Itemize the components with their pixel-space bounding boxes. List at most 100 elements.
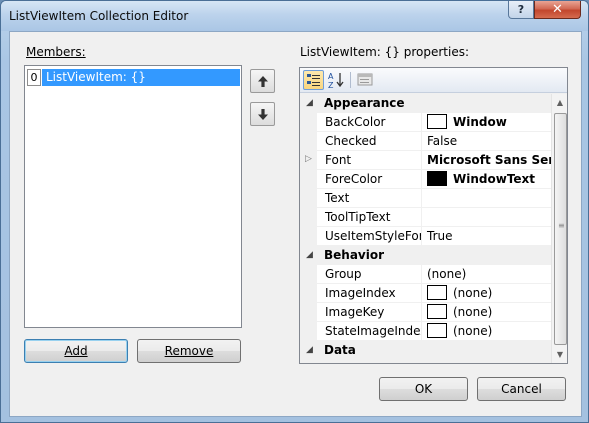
property-value[interactable]: (none) [423, 284, 551, 303]
property-value[interactable]: Microsoft Sans Serif, 8 [423, 151, 551, 170]
property-value-text: (none) [453, 305, 493, 319]
window-title: ListViewItem Collection Editor [9, 9, 189, 23]
sort-alphabetical-icon: A Z [328, 72, 344, 90]
members-label: Members: [26, 45, 86, 59]
remove-button-label: Remove [164, 344, 214, 358]
property-name: StateImageIndex [317, 322, 422, 341]
scrollbar-thumb[interactable]: ≡ [554, 113, 567, 345]
row-gutter [300, 170, 317, 189]
property-row-group[interactable]: Group (none) [300, 265, 551, 284]
row-gutter [300, 113, 317, 132]
property-row-stateimageindex[interactable]: StateImageIndex (none) [300, 322, 551, 341]
property-name: ForeColor [317, 170, 422, 189]
row-gutter [300, 322, 317, 341]
members-list[interactable]: 0 ListViewItem: {} [24, 65, 242, 328]
property-row-checked[interactable]: Checked False [300, 132, 551, 151]
row-gutter [300, 189, 317, 208]
remove-button[interactable]: Remove [137, 339, 241, 363]
property-name: Font [317, 151, 422, 170]
property-name: ImageIndex [317, 284, 422, 303]
property-grid-scrollbar[interactable]: ▲ ≡ ▼ [551, 94, 567, 363]
properties-label: ListViewItem: {} properties: [300, 45, 469, 59]
cancel-button[interactable]: Cancel [477, 377, 566, 401]
property-value[interactable]: (none) [423, 265, 551, 284]
property-value-text: (none) [453, 286, 493, 300]
members-label-text: Members: [26, 45, 86, 59]
category-behavior[interactable]: ◢ Behavior [300, 246, 551, 265]
add-button[interactable]: Add [24, 339, 128, 363]
ok-button[interactable]: OK [379, 377, 468, 401]
member-index: 0 [27, 69, 41, 86]
help-button[interactable]: ? [508, 1, 534, 19]
property-row-backcolor[interactable]: BackColor Window [300, 113, 551, 132]
grip-icon: ≡ [558, 221, 565, 230]
property-value[interactable]: Window [423, 113, 551, 132]
categorized-icon [307, 74, 320, 86]
property-name: Text [317, 189, 422, 208]
property-row-font[interactable]: ▷ Font Microsoft Sans Serif, 8 [300, 151, 551, 170]
row-gutter [300, 208, 317, 227]
property-value[interactable]: True [423, 227, 551, 246]
arrow-up-icon [258, 76, 268, 87]
row-gutter [300, 284, 317, 303]
arrow-down-icon [258, 109, 268, 120]
color-swatch [427, 114, 447, 129]
property-row-imageindex[interactable]: ImageIndex (none) [300, 284, 551, 303]
categorized-view-button[interactable] [303, 70, 324, 90]
collection-editor-window: ListViewItem Collection Editor ? ✕ Membe… [0, 0, 589, 423]
property-value-text: (none) [453, 324, 493, 338]
property-value[interactable] [423, 189, 551, 208]
property-value[interactable]: (none) [423, 303, 551, 322]
scroll-down-icon[interactable]: ▼ [552, 346, 567, 363]
add-button-label: Add [64, 344, 88, 358]
collapse-icon[interactable]: ◢ [306, 345, 313, 355]
property-row-imagekey[interactable]: ImageKey (none) [300, 303, 551, 322]
list-item[interactable]: 0 ListViewItem: {} [27, 69, 240, 86]
property-row-forecolor[interactable]: ForeColor WindowText [300, 170, 551, 189]
category-label: Behavior [324, 248, 385, 262]
property-name: Checked [317, 132, 422, 151]
property-row-text[interactable]: Text [300, 189, 551, 208]
row-gutter [300, 132, 317, 151]
property-grid-toolbar: A Z [300, 68, 567, 93]
property-value-text: WindowText [453, 172, 536, 186]
svg-text:Z: Z [328, 81, 334, 90]
property-name: ImageKey [317, 303, 422, 322]
property-pages-icon [357, 73, 373, 86]
property-name: BackColor [317, 113, 422, 132]
title-bar[interactable]: ListViewItem Collection Editor ? ✕ [1, 1, 588, 31]
property-row-tooltiptext[interactable]: ToolTipText [300, 208, 551, 227]
image-preview-swatch [427, 323, 447, 338]
row-gutter [300, 227, 317, 246]
property-value[interactable] [423, 208, 551, 227]
toolbar-separator [350, 72, 351, 88]
property-name: Group [317, 265, 422, 284]
collapse-icon[interactable]: ◢ [306, 98, 313, 108]
collapse-icon[interactable]: ◢ [306, 250, 313, 260]
member-text[interactable]: ListViewItem: {} [42, 69, 240, 86]
move-down-button[interactable] [250, 102, 275, 126]
property-value[interactable]: WindowText [423, 170, 551, 189]
property-value[interactable]: (none) [423, 322, 551, 341]
image-preview-swatch [427, 304, 447, 319]
expand-icon[interactable]: ▷ [305, 154, 312, 164]
row-gutter [300, 303, 317, 322]
property-pages-button[interactable] [355, 70, 376, 90]
color-swatch [427, 171, 447, 186]
category-data[interactable]: ◢ Data [300, 341, 551, 360]
row-gutter [300, 265, 317, 284]
svg-text:A: A [328, 72, 334, 81]
category-appearance[interactable]: ◢ Appearance [300, 94, 551, 113]
property-grid[interactable]: A Z ◢ Appearance BackColor Window Checke… [299, 67, 568, 364]
dialog-client-area: Members: 0 ListViewItem: {} Add Remove L… [9, 31, 582, 417]
property-value-text: Window [453, 115, 507, 129]
image-preview-swatch [427, 285, 447, 300]
alphabetical-view-button[interactable]: A Z [326, 70, 347, 90]
property-rows: ◢ Appearance BackColor Window Checked Fa… [300, 94, 551, 360]
property-value[interactable]: False [423, 132, 551, 151]
move-up-button[interactable] [250, 69, 275, 93]
category-label: Data [324, 343, 356, 357]
scroll-up-icon[interactable]: ▲ [552, 94, 567, 111]
close-button[interactable]: ✕ [534, 1, 581, 19]
property-row-useitemstyleforsubitems[interactable]: UseItemStyleForSu True [300, 227, 551, 246]
